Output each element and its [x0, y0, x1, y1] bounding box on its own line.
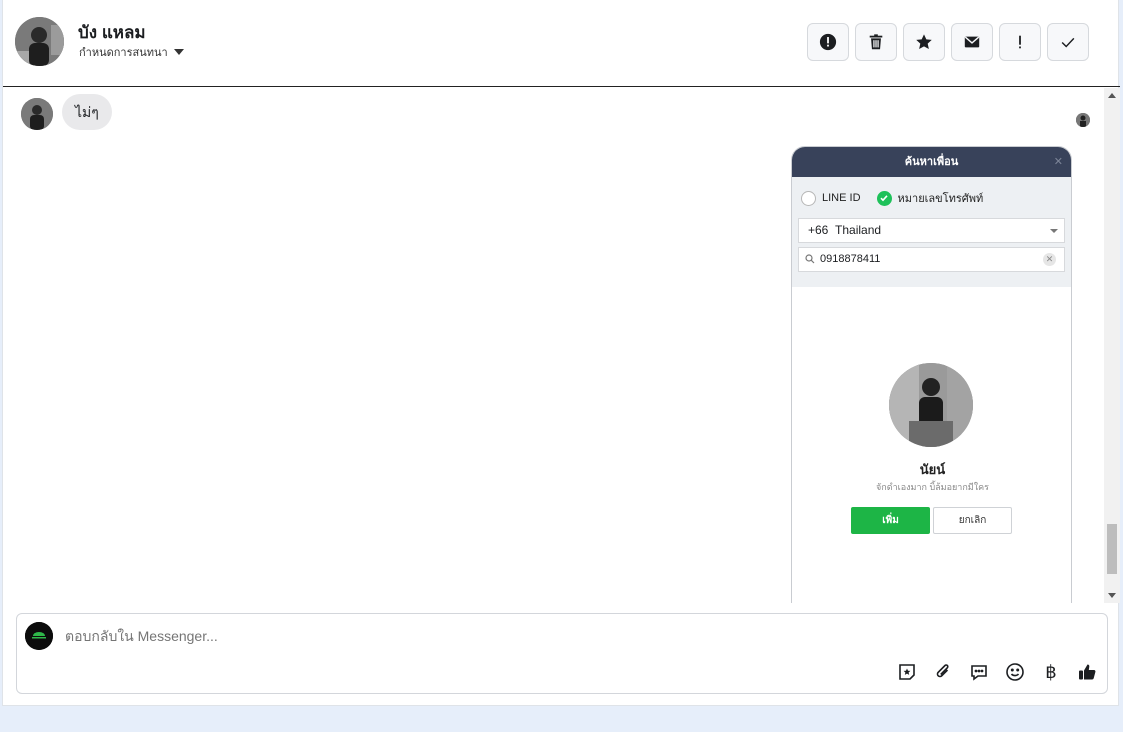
page-avatar	[25, 622, 53, 650]
reply-composer: ฿	[16, 613, 1108, 694]
conversation-settings-label: กำหนดการสนทนา	[79, 47, 168, 59]
clear-icon: ✕	[1043, 253, 1056, 266]
thread-scrollbar[interactable]	[1104, 88, 1120, 603]
saved-replies-button[interactable]	[967, 660, 991, 684]
option-line-id-label: LINE ID	[822, 192, 861, 204]
sticker-icon	[899, 664, 915, 680]
attach-button[interactable]	[931, 660, 955, 684]
contact-name[interactable]: บัง แหลม	[78, 19, 146, 46]
quick-reply-icon	[971, 665, 987, 681]
sender-avatar	[21, 98, 53, 130]
composer-actions: ฿	[895, 660, 1099, 684]
country-select: +66 Thailand	[798, 218, 1065, 243]
phone-value: 0918878411	[820, 253, 881, 265]
friend-name: นัยน์	[919, 462, 946, 477]
like-button[interactable]	[1075, 660, 1099, 684]
exclamation-circle-icon	[819, 33, 837, 51]
star-button[interactable]	[903, 23, 945, 61]
scrollbar-thumb[interactable]	[1107, 524, 1117, 574]
conversation-header: บัง แหลม กำหนดการสนทนา	[3, 0, 1120, 87]
country-name: Thailand	[835, 223, 882, 237]
attachment-icon	[936, 664, 949, 678]
message-thread[interactable]: ไม่ๆ ค้นหาเพื่อน ✕ LINE ID หมายเลขโทรศัพ…	[3, 88, 1104, 603]
card-title-bar: ค้นหาเพื่อน ✕	[792, 147, 1071, 177]
card-title: ค้นหาเพื่อน	[904, 156, 959, 168]
radio-phone-checked-icon	[876, 190, 892, 206]
header-toolbar	[807, 23, 1089, 61]
conversation-settings-dropdown[interactable]: กำหนดการสนทนา	[79, 43, 184, 61]
baht-payment-icon: ฿	[1045, 661, 1057, 682]
report-button[interactable]	[807, 23, 849, 61]
star-icon	[916, 34, 932, 50]
friend-profile-photo	[889, 363, 973, 447]
check-icon	[1061, 37, 1075, 48]
option-phone-label: หมายเลขโทรศัพท์	[897, 193, 984, 205]
envelope-icon	[964, 36, 980, 48]
emoji-button[interactable]	[1003, 660, 1027, 684]
sticker-button[interactable]	[895, 660, 919, 684]
trash-icon	[869, 34, 883, 50]
friend-status-message: จักดำเองมาก บิ้ล้มอยากมีใคร	[876, 482, 989, 492]
messenger-window: บัง แหลม กำหนดการสนทนา ไม่ๆ ค้นหาเพื่อน …	[2, 0, 1120, 706]
search-icon	[805, 254, 815, 264]
search-type-options: LINE ID หมายเลขโทรศัพท์	[798, 187, 1065, 209]
country-code: +66	[808, 223, 829, 237]
radio-line-id	[801, 190, 816, 206]
mark-unread-button[interactable]	[951, 23, 993, 61]
mark-important-button[interactable]	[999, 23, 1041, 61]
shared-image-line-add-friend[interactable]: ค้นหาเพื่อน ✕ LINE ID หมายเลขโทรศัพท์ +6…	[791, 146, 1072, 603]
delete-button[interactable]	[855, 23, 897, 61]
search-panel: LINE ID หมายเลขโทรศัพท์ +66 Thailand 091…	[792, 177, 1071, 287]
emoji-icon	[1006, 663, 1024, 681]
reply-input[interactable]	[65, 628, 885, 644]
add-friend-button: เพิ่ม	[851, 507, 930, 534]
thumbs-up-icon	[1079, 664, 1096, 680]
chevron-down-icon	[1050, 229, 1058, 233]
caret-down-icon	[173, 49, 184, 55]
payment-button[interactable]: ฿	[1039, 660, 1063, 684]
mark-done-button[interactable]	[1047, 23, 1089, 61]
contact-avatar[interactable]	[15, 17, 64, 66]
exclamation-icon	[1019, 35, 1021, 49]
scroll-up-arrow-icon[interactable]	[1108, 93, 1116, 98]
phone-search-field: 0918878411 ✕	[798, 247, 1065, 272]
incoming-message-bubble[interactable]: ไม่ๆ	[62, 94, 112, 130]
seen-indicator-avatar	[1076, 113, 1090, 127]
scroll-down-arrow-icon[interactable]	[1108, 593, 1116, 598]
cancel-button: ยกเลิก	[933, 507, 1012, 534]
close-icon: ✕	[1053, 156, 1063, 168]
